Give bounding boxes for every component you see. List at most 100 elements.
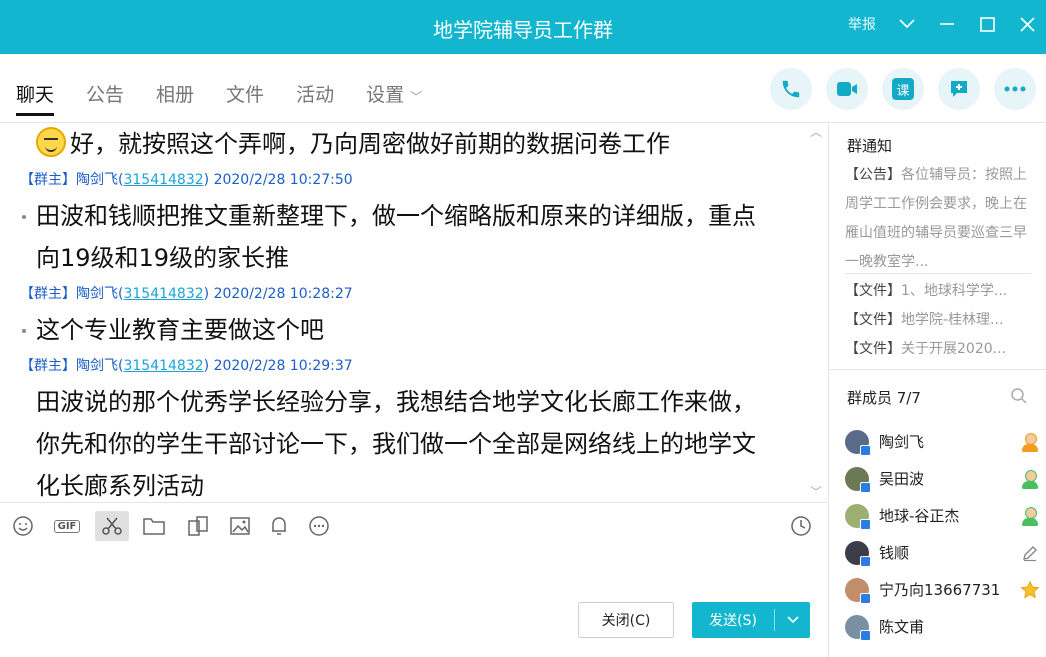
sender-qq-link[interactable]: 315414832 bbox=[123, 358, 203, 374]
tab-album[interactable]: 相册 bbox=[156, 80, 194, 107]
admin-person-icon bbox=[1019, 505, 1041, 527]
image-icon[interactable] bbox=[227, 513, 253, 539]
folder-icon[interactable] bbox=[141, 513, 167, 539]
title-bar: 地学院辅导员工作群 举报 bbox=[0, 0, 1046, 54]
message-1-line2: 向19级和19级的家长推 bbox=[36, 244, 290, 272]
member-item[interactable]: 陈文甫 bbox=[845, 608, 1041, 645]
tab-announcement[interactable]: 公告 bbox=[86, 80, 124, 107]
avatar bbox=[845, 466, 871, 493]
message-text: 这个专业教育主要做这个吧 bbox=[0, 309, 810, 351]
scroll-down-icon[interactable]: ﹀ bbox=[810, 483, 822, 500]
message-time: 2020/2/28 10:28:27 bbox=[213, 286, 353, 302]
tab-settings[interactable]: 设置 ﹀ bbox=[366, 80, 422, 107]
member-item[interactable]: 地球-谷正杰 bbox=[845, 497, 1041, 534]
notice-tag: 【公告】 bbox=[845, 167, 901, 183]
member-item[interactable]: 陶剑飞 bbox=[845, 423, 1041, 460]
search-icon[interactable] bbox=[1010, 387, 1028, 409]
member-name: 陈文甫 bbox=[879, 618, 925, 636]
gif-label: GIF bbox=[53, 519, 81, 533]
screenshot-icon[interactable] bbox=[185, 513, 211, 539]
video-call-button[interactable] bbox=[826, 68, 868, 110]
report-link[interactable]: 举报 bbox=[848, 14, 876, 34]
tab-files[interactable]: 文件 bbox=[226, 80, 264, 107]
send-button[interactable]: 发送(S) bbox=[692, 602, 810, 638]
file-item[interactable]: 【文件】1、地球科学学... bbox=[845, 277, 1035, 306]
file-tag: 【文件】 bbox=[845, 283, 901, 299]
lesson-button[interactable]: 课 bbox=[882, 68, 924, 110]
emoji-icon[interactable] bbox=[10, 513, 36, 539]
more-button[interactable] bbox=[994, 68, 1036, 110]
message-time: 2020/2/28 10:27:50 bbox=[213, 172, 353, 188]
input-toolbar: GIF bbox=[0, 502, 828, 548]
member-item[interactable]: 钱顺 bbox=[845, 534, 1041, 571]
send-label: 发送(S) bbox=[709, 613, 757, 629]
sender-name[interactable]: 陶剑飞( bbox=[76, 286, 123, 302]
file-item[interactable]: 【文件】关于开展2020... bbox=[845, 335, 1035, 364]
bullet-dot bbox=[22, 329, 26, 333]
tab-activities[interactable]: 活动 bbox=[296, 80, 334, 107]
sender-name[interactable]: 陶剑飞( bbox=[76, 172, 123, 188]
tab-chat[interactable]: 聊天 bbox=[16, 80, 55, 116]
message-text: 田波说的那个优秀学长经验分享，我想结合地学文化长廊工作来做， bbox=[0, 381, 810, 423]
window-controls: 举报 bbox=[848, 14, 1036, 34]
message-list: 好，就按照这个弄啊，乃向周密做好前期的数据问卷工作 【群主】陶剑飞(315414… bbox=[0, 123, 810, 502]
send-options-chevron-icon[interactable] bbox=[775, 613, 810, 627]
voice-call-button[interactable] bbox=[770, 68, 812, 110]
member-name: 宁乃向13667731 bbox=[879, 581, 1001, 599]
file-name: 地学院-桂林理... bbox=[901, 312, 1004, 328]
member-item[interactable]: 宁乃向13667731 bbox=[845, 571, 1041, 608]
avatar bbox=[845, 614, 871, 641]
chevron-down-icon[interactable] bbox=[898, 15, 916, 33]
group-side-panel: 群通知 【公告】各位辅导员：按照上周学工工作例会要求，晚上在雁山值班的辅导员要巡… bbox=[828, 122, 1046, 657]
member-item[interactable]: 吴田波 bbox=[845, 460, 1041, 497]
group-files-list: 【文件】1、地球科学学... 【文件】地学院-桂林理... 【文件】关于开展20… bbox=[845, 277, 1035, 364]
sender-close-paren: ) bbox=[203, 172, 210, 188]
message-3-line1: 田波说的那个优秀学长经验分享，我想结合地学文化长廊工作来做， bbox=[36, 388, 756, 416]
member-name: 陶剑飞 bbox=[879, 433, 925, 451]
owner-role-label: 【群主】 bbox=[20, 358, 76, 374]
sender-qq-link[interactable]: 315414832 bbox=[123, 286, 203, 302]
message-text: 你先和你的学生干部讨论一下，我们做一个全部是网络线上的地学文 bbox=[0, 423, 810, 465]
message-text: 田波和钱顺把推文重新整理下，做一个缩略版和原来的详细版，重点 bbox=[0, 195, 810, 237]
maximize-icon[interactable] bbox=[978, 15, 996, 33]
member-name: 地球-谷正杰 bbox=[879, 507, 960, 525]
chat-history[interactable]: 好，就按照这个弄啊，乃向周密做好前期的数据问卷工作 【群主】陶剑飞(315414… bbox=[0, 122, 828, 502]
video-camera-icon bbox=[837, 82, 857, 96]
avatar bbox=[845, 429, 871, 456]
scissors-icon[interactable] bbox=[95, 511, 129, 541]
avatar bbox=[845, 577, 871, 604]
gif-icon[interactable]: GIF bbox=[50, 513, 84, 539]
minimize-icon[interactable] bbox=[938, 15, 956, 33]
tab-bar: 聊天 公告 相册 文件 活动 设置 ﹀ 课 bbox=[0, 54, 1046, 122]
divider bbox=[845, 273, 1031, 274]
bullet-dot bbox=[22, 215, 26, 219]
phone-icon bbox=[782, 80, 800, 98]
message-3-line2: 你先和你的学生干部讨论一下，我们做一个全部是网络线上的地学文 bbox=[36, 430, 756, 458]
file-item[interactable]: 【文件】地学院-桂林理... bbox=[845, 306, 1035, 335]
add-chat-button[interactable] bbox=[938, 68, 980, 110]
scroll-up-icon[interactable]: ︿ bbox=[810, 123, 822, 140]
message-input-area[interactable]: 关闭(C) 发送(S) bbox=[0, 548, 828, 657]
admin-person-icon bbox=[1019, 468, 1041, 490]
message-text: 化长廊系列活动 bbox=[0, 465, 810, 502]
message-header: 【群主】陶剑飞(315414832) 2020/2/28 10:28:27 bbox=[0, 279, 810, 309]
file-name: 关于开展2020... bbox=[901, 341, 1006, 357]
history-clock-icon[interactable] bbox=[788, 513, 814, 539]
group-notice[interactable]: 【公告】各位辅导员：按照上周学工工作例会要求，晚上在雁山值班的辅导员要巡查三早一… bbox=[845, 161, 1029, 277]
more-icon[interactable] bbox=[306, 513, 332, 539]
more-icon bbox=[1004, 86, 1026, 92]
chevron-down-icon: ﹀ bbox=[410, 90, 423, 104]
owner-role-label: 【群主】 bbox=[20, 172, 76, 188]
group-notice-title: 群通知 bbox=[847, 137, 893, 155]
message-header: 【群主】陶剑飞(315414832) 2020/2/28 10:29:37 bbox=[0, 351, 810, 381]
bell-icon[interactable] bbox=[266, 513, 292, 539]
close-icon[interactable] bbox=[1018, 15, 1036, 33]
lesson-icon: 课 bbox=[892, 78, 914, 100]
edit-pencil-icon[interactable] bbox=[1019, 542, 1041, 564]
owner-role-label: 【群主】 bbox=[20, 286, 76, 302]
sender-qq-link[interactable]: 315414832 bbox=[123, 172, 203, 188]
message-3-line3: 化长廊系列活动 bbox=[36, 472, 204, 500]
sender-name[interactable]: 陶剑飞( bbox=[76, 358, 123, 374]
message-0-text: 好，就按照这个弄啊，乃向周密做好前期的数据问卷工作 bbox=[70, 130, 670, 158]
close-button[interactable]: 关闭(C) bbox=[578, 602, 674, 638]
